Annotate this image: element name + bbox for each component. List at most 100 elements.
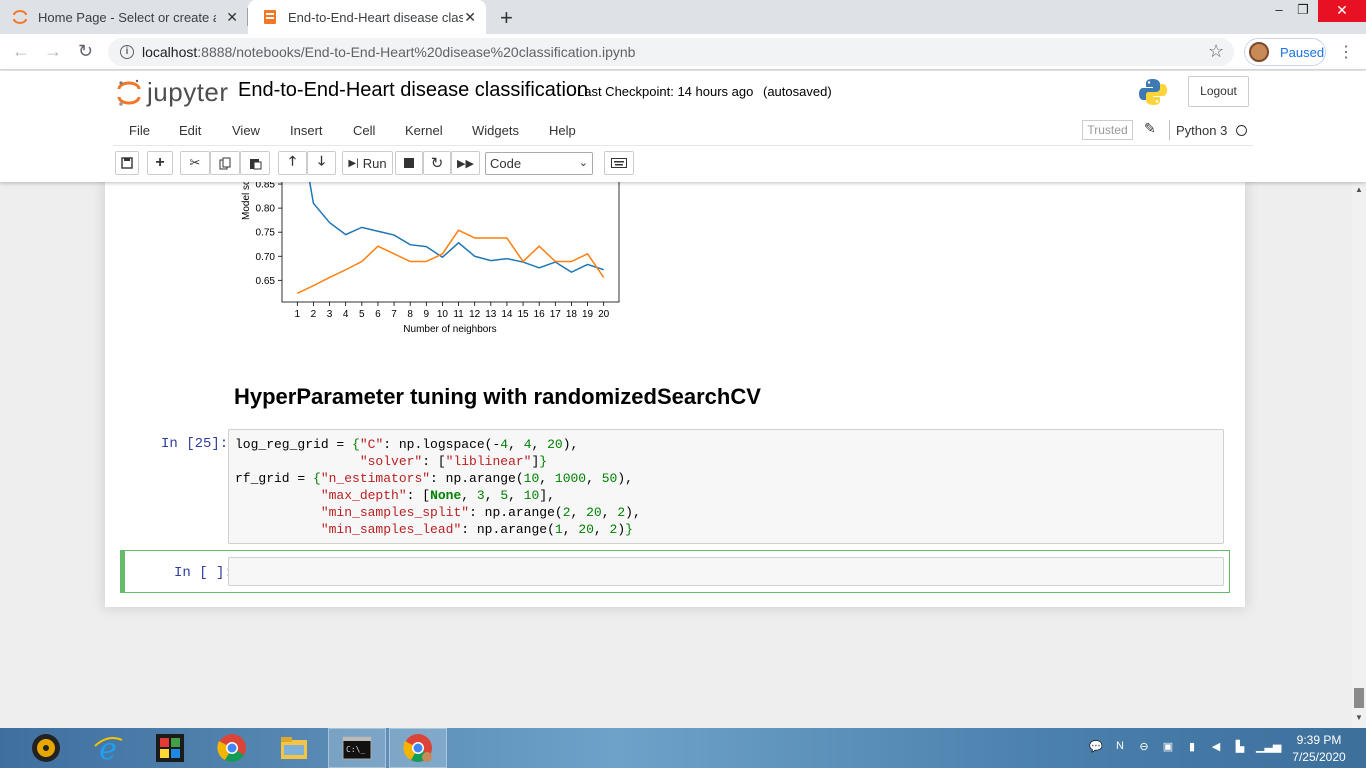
markdown-heading[interactable]: HyperParameter tuning with randomizedSea… (234, 384, 761, 410)
y-tick-label: 0.70 (256, 252, 276, 263)
kernel-separator (1169, 120, 1170, 140)
tray-language-icon[interactable]: N (1112, 740, 1128, 754)
x-tick-label: 18 (566, 309, 578, 320)
x-tick-label: 17 (550, 309, 562, 320)
notebook-scroll-area: Model scor 0.65 0.70 0.75 0.80 0.85 12345678… (0, 172, 1352, 728)
scroll-up-icon[interactable]: ▲ (1355, 185, 1363, 194)
notebook-title[interactable]: End-to-End-Heart disease classification (238, 79, 588, 102)
insert-cell-button[interactable]: + (147, 151, 173, 175)
chrome-icon[interactable] (216, 732, 248, 764)
menu-widgets[interactable]: Widgets (472, 123, 519, 138)
bookmark-star-icon[interactable]: ☆ (1208, 41, 1224, 62)
menu-insert[interactable]: Insert (290, 123, 323, 138)
trusted-indicator[interactable]: Trusted (1082, 120, 1133, 140)
x-tick-label: 1 (295, 309, 301, 320)
maximize-icon[interactable]: ❐ (1288, 0, 1318, 22)
empty-code-input[interactable] (228, 557, 1224, 586)
browser-tab-home[interactable]: Home Page - Select or create a n ✕ (12, 0, 248, 34)
media-player-icon[interactable] (30, 732, 62, 764)
restart-run-all-button[interactable]: ▶▶ (451, 151, 480, 175)
clock-date[interactable]: 7/25/2020 (1288, 750, 1350, 764)
restart-icon: ↻ (430, 155, 444, 172)
command-prompt-icon[interactable]: C:\_ (341, 732, 373, 764)
tray-signal-icon[interactable]: ▁▃▅ (1256, 740, 1281, 754)
tab-title: Home Page - Select or create a n (38, 9, 216, 25)
cell-type-select[interactable]: Code ⌄ (485, 152, 593, 175)
scissors-icon: ✂ (189, 155, 201, 170)
interrupt-button[interactable] (395, 151, 423, 175)
tray-power-icon[interactable]: ▮ (1184, 740, 1200, 754)
notebook-container: Model scor 0.65 0.70 0.75 0.80 0.85 12345678… (105, 172, 1245, 607)
chart-lines (296, 172, 605, 295)
move-down-button[interactable]: 🡓 (307, 151, 336, 175)
input-prompt: In [25]: (161, 436, 229, 452)
tray-network-icon[interactable]: ▙ (1232, 740, 1248, 754)
photo-app-icon[interactable] (154, 732, 186, 764)
menu-kernel[interactable]: Kernel (405, 123, 443, 138)
jupyter-logo[interactable]: jupyter (117, 77, 229, 108)
x-tick-label: 8 (407, 309, 413, 320)
cut-button[interactable]: ✂ (180, 151, 210, 175)
tray-app-icon[interactable]: ▣ (1160, 740, 1176, 754)
restart-button[interactable]: ↻ (423, 151, 451, 175)
menu-view[interactable]: View (232, 123, 260, 138)
menu-file[interactable]: File (129, 123, 150, 138)
url-text[interactable]: localhost:8888/notebooks/End-to-End-Hear… (142, 44, 635, 60)
jupyter-logo-icon (117, 79, 141, 106)
menu-edit[interactable]: Edit (179, 123, 201, 138)
close-tab-icon[interactable]: ✕ (226, 9, 238, 26)
command-palette-button[interactable] (604, 151, 634, 175)
copy-button[interactable] (210, 151, 240, 175)
x-tick-label: 3 (327, 309, 333, 320)
tray-volume-icon[interactable]: ◀ (1208, 740, 1224, 754)
url-input[interactable]: i localhost:8888/notebooks/End-to-End-He… (108, 38, 1234, 66)
code-cell-input[interactable]: log_reg_grid = {"C": np.logspace(-4, 4, … (228, 429, 1224, 544)
menu-cell[interactable]: Cell (353, 123, 375, 138)
x-tick-label: 11 (453, 309, 464, 320)
copy-icon (219, 157, 230, 169)
browser-tab-bar: Home Page - Select or create a n ✕ End-t… (0, 0, 1366, 34)
logo-text: jupyter (147, 77, 229, 107)
python-logo-icon (1139, 79, 1167, 105)
more-menu-icon[interactable]: ⋮ (1338, 42, 1354, 62)
pencil-icon[interactable]: ✎ (1144, 120, 1156, 137)
move-up-button[interactable]: 🡑 (278, 151, 307, 175)
browser-tab-notebook[interactable]: End-to-End-Heart disease classifi ✕ (248, 0, 486, 34)
tray-dash-icon[interactable]: ⊖ (1136, 740, 1152, 754)
back-arrow-icon[interactable]: ← (12, 41, 30, 62)
x-tick-label: 2 (311, 309, 317, 320)
x-tick-label: 12 (469, 309, 481, 320)
reload-icon[interactable]: ↻ (78, 41, 93, 62)
code-editor[interactable]: log_reg_grid = {"C": np.logspace(-4, 4, … (235, 436, 641, 538)
x-tick-label: 6 (375, 309, 381, 320)
logout-button[interactable]: Logout (1188, 76, 1249, 107)
internet-explorer-icon[interactable]: e (92, 732, 124, 764)
run-button[interactable]: ▶| Run (342, 151, 393, 175)
menu-help[interactable]: Help (549, 123, 576, 138)
tab-title: End-to-End-Heart disease classifi (288, 9, 463, 25)
info-icon[interactable]: i (120, 45, 134, 59)
forward-arrow-icon[interactable]: → (44, 41, 62, 62)
selected-cell[interactable]: In [ ]: (120, 550, 1230, 593)
window-close-icon[interactable]: ✕ (1318, 0, 1366, 22)
kernel-idle-icon (1236, 125, 1247, 136)
close-tab-icon[interactable]: ✕ (464, 9, 476, 26)
file-explorer-icon[interactable] (278, 732, 310, 764)
scrollbar-thumb[interactable] (1354, 688, 1364, 708)
arrow-down-icon: 🡓 (318, 153, 325, 168)
scroll-down-icon[interactable]: ▼ (1355, 713, 1363, 722)
new-tab-icon[interactable]: + (500, 5, 513, 31)
save-button[interactable] (115, 151, 139, 175)
page-scrollbar[interactable]: ▲ ▼ (1352, 182, 1366, 728)
y-tick-label: 0.65 (256, 276, 276, 287)
stop-icon (404, 158, 414, 168)
profile-button[interactable]: Paused (1244, 38, 1326, 66)
clock-time[interactable]: 9:39 PM (1288, 733, 1350, 747)
address-bar: ← → ↻ i localhost:8888/notebooks/End-to-… (0, 34, 1366, 70)
tray-chat-icon[interactable]: 💬 (1088, 740, 1104, 754)
x-tick-label: 7 (391, 309, 397, 320)
chevron-down-icon: ⌄ (578, 157, 588, 169)
cell-type-value: Code (490, 156, 522, 171)
paste-button[interactable] (240, 151, 270, 175)
chrome-active-icon[interactable] (402, 732, 434, 764)
